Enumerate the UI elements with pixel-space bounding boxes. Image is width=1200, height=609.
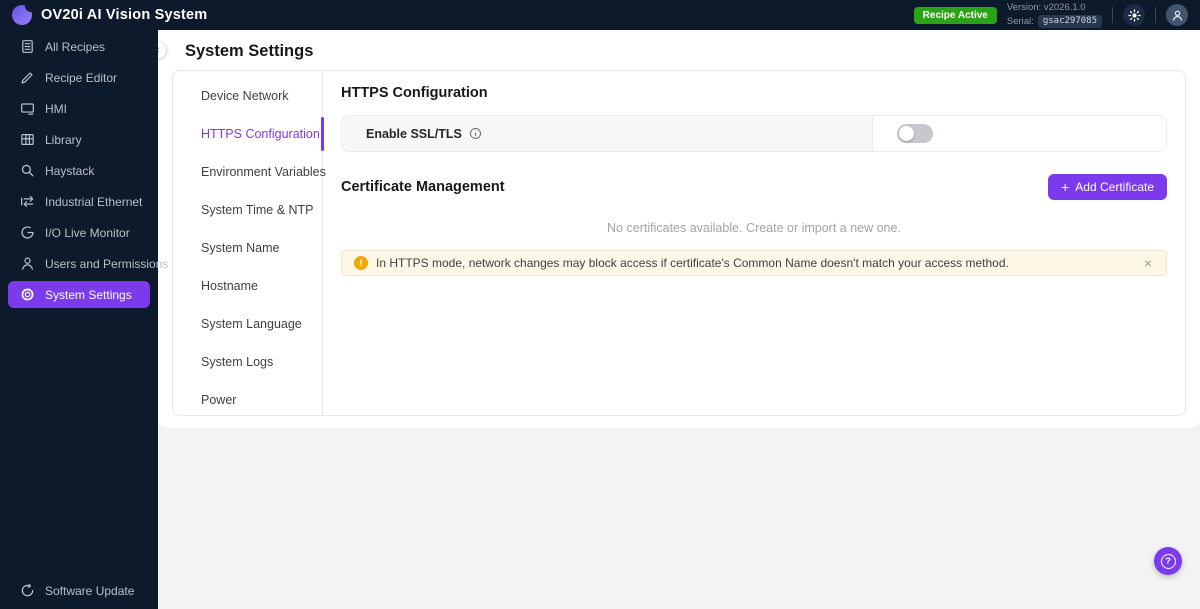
subnav-item-environment-variables[interactable]: Environment Variables (173, 153, 322, 191)
sidebar-item-label: Users and Permissions (45, 257, 168, 271)
sidebar-item-all-recipes[interactable]: All Recipes (0, 31, 158, 62)
sidebar-item-label: Library (45, 133, 82, 147)
version-label: Version: v2026.1.0 (1007, 2, 1102, 15)
sidebar-item-label: HMI (45, 102, 67, 116)
sidebar-item-io-live-monitor[interactable]: I/O Live Monitor (0, 217, 158, 248)
subnav-item-system-name[interactable]: System Name (173, 229, 322, 267)
subnav-item-power[interactable]: Power (173, 381, 322, 419)
https-configuration-heading: HTTPS Configuration (341, 85, 1167, 101)
sidebar-footer: Software Update (0, 575, 158, 606)
top-bar: OV20i AI Vision System Recipe Active Ver… (0, 0, 1200, 30)
toggle-knob (899, 126, 914, 141)
subnav-item-system-time-ntp[interactable]: System Time & NTP (173, 191, 322, 229)
theme-toggle-button[interactable] (1123, 4, 1145, 26)
certificate-management-header: Certificate Management + Add Certificate (341, 174, 1167, 200)
sidebar-item-software-update[interactable]: Software Update (0, 575, 158, 606)
warning-icon: ! (354, 256, 368, 270)
sidebar-item-recipe-editor[interactable]: Recipe Editor (0, 62, 158, 93)
certificate-management-heading: Certificate Management (341, 179, 505, 195)
ssl-label: Enable SSL/TLS (366, 127, 462, 141)
gear-icon (20, 287, 35, 302)
sidebar-item-users-permissions[interactable]: Users and Permissions (0, 248, 158, 279)
subnav-item-label: Power (201, 393, 236, 407)
ssl-toggle[interactable] (897, 124, 933, 143)
subnav-item-label: Device Network (201, 89, 289, 103)
app-title: OV20i AI Vision System (41, 7, 207, 23)
subnav-item-label: System Name (201, 241, 280, 255)
sun-icon (1128, 9, 1141, 22)
sidebar-item-label: System Settings (45, 288, 132, 302)
subnav-item-hostname[interactable]: Hostname (173, 267, 322, 305)
ssl-label-cell: Enable SSL/TLS (342, 116, 872, 151)
sidebar-item-industrial-ethernet[interactable]: Industrial Ethernet (0, 186, 158, 217)
refresh-icon (20, 583, 35, 598)
help-icon: ? (1161, 554, 1176, 569)
plus-icon: + (1061, 180, 1069, 194)
subnav-item-https-configuration[interactable]: HTTPS Configuration (173, 115, 322, 153)
sidebar-item-library[interactable]: Library (0, 124, 158, 155)
subnav-item-system-logs[interactable]: System Logs (173, 343, 322, 381)
subnav-item-label: System Time & NTP (201, 203, 314, 217)
subnav-item-label: System Logs (201, 355, 273, 369)
brand: OV20i AI Vision System (12, 5, 207, 25)
sidebar-item-label: I/O Live Monitor (45, 226, 130, 240)
serial-line: Serial: gsac297085 (1007, 15, 1102, 28)
sidebar-item-label: Industrial Ethernet (45, 195, 142, 209)
user-avatar-button[interactable] (1166, 4, 1188, 26)
subnav-item-label: HTTPS Configuration (201, 127, 320, 141)
add-certificate-label: Add Certificate (1075, 180, 1154, 194)
user-icon (20, 256, 35, 271)
https-warning-banner: ! In HTTPS mode, network changes may blo… (341, 250, 1167, 276)
help-button[interactable]: ? (1154, 547, 1182, 575)
sidebar-item-label: All Recipes (45, 40, 105, 54)
info-icon[interactable] (469, 127, 482, 140)
sidebar-nav: All Recipes Recipe Editor HMI (0, 30, 158, 308)
enable-ssl-row: Enable SSL/TLS (341, 115, 1167, 152)
serial-value: gsac297085 (1038, 15, 1102, 28)
subnav-item-label: System Language (201, 317, 302, 331)
monitor-icon (20, 101, 35, 116)
sidebar-item-system-settings[interactable]: System Settings (8, 281, 150, 308)
sidebar: All Recipes Recipe Editor HMI (0, 30, 158, 609)
serial-label: Serial: (1007, 16, 1034, 29)
topbar-divider (1155, 7, 1156, 23)
warning-message: In HTTPS mode, network changes may block… (376, 256, 1009, 270)
sidebar-item-label: Software Update (45, 584, 134, 598)
certificates-empty-message: No certificates available. Create or imp… (341, 221, 1167, 235)
subnav-item-device-network[interactable]: Device Network (173, 77, 322, 115)
recipe-active-badge: Recipe Active (914, 7, 997, 24)
subnav-item-system-language[interactable]: System Language (173, 305, 322, 343)
main-area: ‹ System Settings Device Network HTTPS C… (158, 30, 1200, 609)
content-sheet: ‹ System Settings Device Network HTTPS C… (158, 30, 1200, 428)
app-logo-icon (12, 5, 32, 25)
pencil-icon (20, 70, 35, 85)
settings-card: Device Network HTTPS Configuration Envir… (172, 70, 1186, 416)
subnav-item-label: Hostname (201, 279, 258, 293)
sidebar-item-label: Recipe Editor (45, 71, 117, 85)
version-info: Version: v2026.1.0 Serial: gsac297085 (1007, 2, 1102, 29)
grid-icon (20, 132, 35, 147)
person-icon (1171, 9, 1184, 22)
settings-subnav: Device Network HTTPS Configuration Envir… (173, 71, 323, 415)
io-monitor-icon (20, 225, 35, 240)
topbar-right-cluster: Recipe Active Version: v2026.1.0 Serial:… (914, 2, 1188, 29)
settings-content: HTTPS Configuration Enable SSL/TLS (323, 71, 1185, 415)
close-icon[interactable]: × (1142, 256, 1154, 270)
add-certificate-button[interactable]: + Add Certificate (1048, 174, 1167, 200)
search-icon (20, 163, 35, 178)
ethernet-icon (20, 194, 35, 209)
subnav-item-label: Environment Variables (201, 165, 326, 179)
sidebar-item-hmi[interactable]: HMI (0, 93, 158, 124)
topbar-divider (1112, 7, 1113, 23)
ssl-value-cell (872, 116, 1166, 151)
sidebar-item-label: Haystack (45, 164, 94, 178)
page-title: System Settings (158, 30, 1200, 70)
app-root: OV20i AI Vision System Recipe Active Ver… (0, 0, 1200, 609)
recipes-list-icon (20, 39, 35, 54)
sidebar-item-haystack[interactable]: Haystack (0, 155, 158, 186)
